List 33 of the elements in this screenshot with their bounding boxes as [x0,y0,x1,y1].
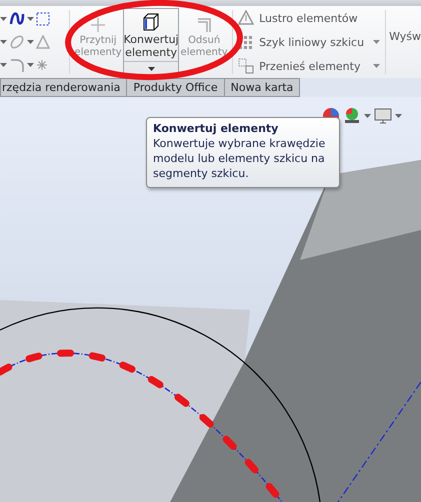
caret-icon[interactable] [27,62,34,67]
caret-icon[interactable] [0,40,7,44]
move-icon [238,58,254,74]
caret-icon[interactable] [27,17,34,22]
scene-icon[interactable] [343,107,361,125]
caret-icon[interactable] [364,114,371,118]
rectangle-icon[interactable] [36,12,50,26]
ribbon-button[interactable]: Konwertuj elementy [123,8,180,76]
caret-icon[interactable] [27,40,34,44]
caret-icon[interactable] [0,62,7,67]
fillet-icon[interactable] [9,56,25,73]
spline-icon[interactable] [9,11,25,28]
caret-icon[interactable] [148,66,155,70]
point-icon[interactable] [36,58,48,71]
ribbon-tab[interactable]: rzędzia renderowania [0,78,128,97]
command-row[interactable]: Szyk liniowy szkicu [238,34,380,50]
command-row[interactable]: Przenieś elementy [238,58,380,74]
command-row[interactable]: Lustro elementów [238,10,380,26]
command-label: Przenieś elementy [259,60,362,72]
grid-icon [238,34,254,50]
tooltip-title: Konwertuj elementy [153,122,280,135]
offset-icon [197,18,212,32]
ribbon-tab[interactable]: Nowa karta [224,78,300,97]
trim-icon [91,18,106,32]
ribbon-label[interactable]: Wyśw [389,6,421,78]
caret-icon[interactable] [0,17,7,22]
command-label: Szyk liniowy szkicu [259,36,366,48]
tooltip-text: Konwertuje wybrane krawędzie modelu lub elementy szkicu na segmenty szkicu. [153,137,326,182]
cube-icon [143,13,160,31]
command-label: Lustro elementów [259,12,359,24]
monitor-icon[interactable] [374,107,392,125]
ribbon-tab[interactable]: Produkty Office [126,78,225,97]
caret-icon[interactable] [395,114,402,118]
